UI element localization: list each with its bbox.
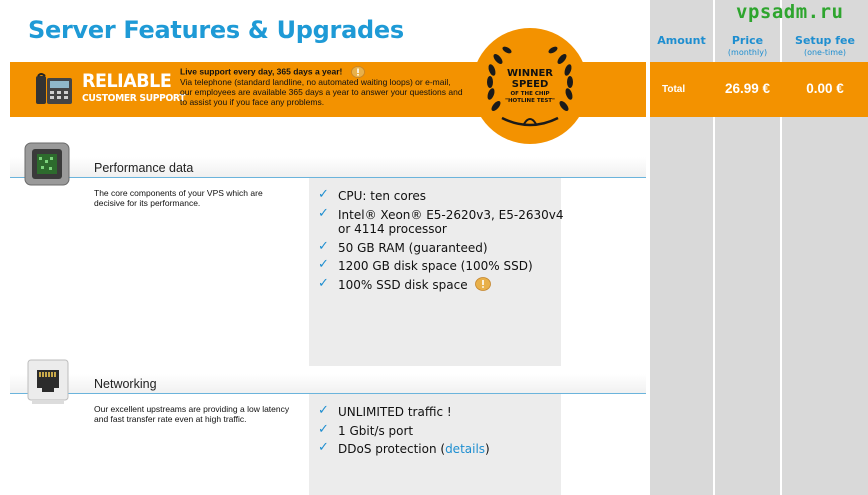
- support-headline-text: Live support every day, 365 days a year!: [180, 66, 343, 77]
- page-title: Server Features & Upgrades: [28, 16, 404, 44]
- support-subtitle: CUSTOMER SUPPORT: [82, 93, 186, 104]
- checkmark-icon: ✓: [318, 205, 329, 221]
- watermark: vpsadm.ru: [736, 1, 844, 23]
- support-body: Via telephone (standard landline, no aut…: [180, 77, 463, 108]
- checkmark-icon: ✓: [318, 403, 329, 418]
- feature-item: ✓ 1 Gbit/s port: [318, 421, 568, 439]
- badge-line-of-the-chip: OF THE CHIP: [510, 91, 550, 97]
- ethernet-port-icon: [27, 359, 69, 404]
- setup-fee-label: Setup fee: [795, 34, 855, 47]
- feature-text-suffix: ): [485, 442, 490, 456]
- info-icon[interactable]: [475, 276, 492, 291]
- price-sublabel: (monthly): [727, 48, 768, 57]
- amount-column-header: Amount: [650, 34, 713, 47]
- winner-badge: WINNER SPEED OF THE CHIP "HOTLINE TEST": [472, 28, 588, 144]
- price-label: Price: [731, 34, 764, 47]
- feature-item: ✓ 100% SSD disk space: [318, 275, 568, 293]
- feature-text: 50 GB RAM (guaranteed): [338, 240, 488, 255]
- cpu-chip-icon: [24, 142, 70, 186]
- feature-item: ✓ 1200 GB disk space (100% SSD): [318, 257, 568, 274]
- networking-feature-list: ✓ UNLIMITED traffic ! ✓ 1 Gbit/s port ✓ DDo…: [318, 403, 568, 461]
- feature-text: DDoS protection (: [338, 442, 446, 456]
- feature-item: ✓ UNLIMITED traffic !: [318, 403, 568, 420]
- networking-description: Our excellent upstreams are providing a …: [94, 404, 290, 425]
- total-setup-fee: 0.00 €: [806, 81, 844, 96]
- ddos-details-link[interactable]: details: [445, 442, 485, 456]
- checkmark-icon: ✓: [318, 187, 329, 202]
- feature-item: ✓ 50 GB RAM (guaranteed): [318, 238, 568, 256]
- badge-line-hotline: "HOTLINE TEST": [505, 98, 555, 104]
- total-price: 26.99 €: [724, 81, 771, 96]
- checkmark-icon: ✓: [318, 257, 329, 272]
- setup-fee-column-header: Setup fee (one-time): [782, 34, 868, 57]
- badge-line-winner: WINNER: [506, 68, 554, 79]
- badge-line-speed: SPEED: [511, 79, 549, 90]
- total-label: Total: [662, 84, 686, 95]
- telephone-icon: [36, 73, 72, 104]
- performance-description: The core components of your VPS which ar…: [94, 188, 263, 209]
- price-column-header: Price (monthly): [715, 34, 780, 57]
- checkmark-icon: ✓: [318, 238, 329, 254]
- order-summary-panel: Amount Price (monthly) Setup fee (one-ti…: [646, 0, 868, 495]
- amount-label: Amount: [657, 34, 706, 47]
- performance-heading: Performance data: [94, 161, 194, 175]
- feature-item: ✓ Intel® Xeon® E5-2620v3, E5-2630v4 or 41…: [318, 205, 568, 237]
- checkmark-icon: ✓: [318, 421, 329, 437]
- feature-text: UNLIMITED traffic !: [338, 405, 452, 419]
- support-title: RELIABLE: [82, 70, 172, 92]
- feature-text: CPU: ten cores: [338, 189, 427, 203]
- feature-text: 1200 GB disk space (100% SSD): [338, 259, 533, 273]
- feature-text: 100% SSD disk space: [338, 277, 468, 292]
- checkmark-icon: ✓: [318, 275, 329, 291]
- setup-fee-sublabel: (one-time): [803, 48, 847, 57]
- performance-feature-list: ✓ CPU: ten cores ✓ Intel® Xeon® E5-2620v3,…: [318, 187, 568, 296]
- networking-heading: Networking: [94, 377, 157, 391]
- total-row: Total 26.99 € 0.00 €: [650, 62, 868, 117]
- feature-item: ✓ CPU: ten cores: [318, 187, 568, 204]
- feature-text: 1 Gbit/s port: [338, 423, 414, 438]
- feature-item: ✓ DDoS protection (details): [318, 440, 568, 457]
- checkmark-icon: ✓: [318, 440, 329, 455]
- feature-text: Intel® Xeon® E5-2620v3, E5-2630v4 or 411…: [338, 207, 564, 237]
